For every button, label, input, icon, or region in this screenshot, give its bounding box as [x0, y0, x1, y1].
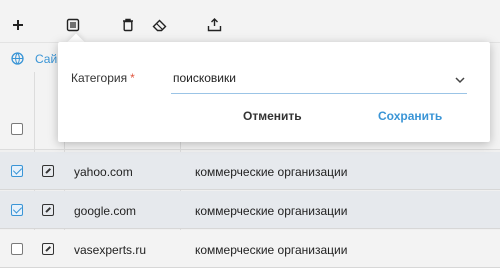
- category-dialog: Категория * поисковики Отменить Сохранить: [58, 42, 490, 142]
- edit-icon[interactable]: [42, 243, 54, 255]
- select-all-checkbox[interactable]: [11, 123, 23, 135]
- row-domain: google.com: [74, 204, 137, 218]
- table-row[interactable]: google.com коммерческие организации: [0, 191, 500, 229]
- save-button[interactable]: Сохранить: [378, 106, 442, 126]
- chevron-down-icon[interactable]: [455, 73, 465, 87]
- upload-icon[interactable]: [206, 17, 222, 33]
- edit-icon[interactable]: [42, 204, 54, 216]
- cancel-button[interactable]: Отменить: [243, 106, 302, 126]
- plus-icon[interactable]: [10, 17, 26, 33]
- row-category: коммерческие организации: [195, 243, 348, 257]
- row-domain: vasexperts.ru: [74, 243, 147, 257]
- trash-icon[interactable]: [120, 17, 136, 33]
- row-checkbox[interactable]: [11, 243, 23, 255]
- category-field-label: Категория *: [71, 71, 135, 85]
- table-row[interactable]: yahoo.com коммерческие организации: [0, 152, 500, 190]
- row-category: коммерческие организации: [195, 204, 348, 218]
- list-icon[interactable]: [65, 17, 81, 33]
- edit-icon[interactable]: [42, 165, 54, 177]
- category-select[interactable]: поисковики: [171, 64, 467, 94]
- category-select-value: поисковики: [173, 71, 236, 85]
- required-mark: *: [130, 71, 135, 85]
- row-category: коммерческие организации: [195, 165, 348, 179]
- row-domain: yahoo.com: [74, 165, 133, 179]
- breadcrumb-label[interactable]: Сай: [35, 52, 57, 66]
- table-row[interactable]: vasexperts.ru коммерческие организации: [0, 230, 500, 268]
- row-checkbox[interactable]: [11, 204, 23, 216]
- eraser-icon[interactable]: [151, 17, 167, 33]
- globe-icon: [11, 52, 24, 68]
- row-checkbox[interactable]: [11, 165, 23, 177]
